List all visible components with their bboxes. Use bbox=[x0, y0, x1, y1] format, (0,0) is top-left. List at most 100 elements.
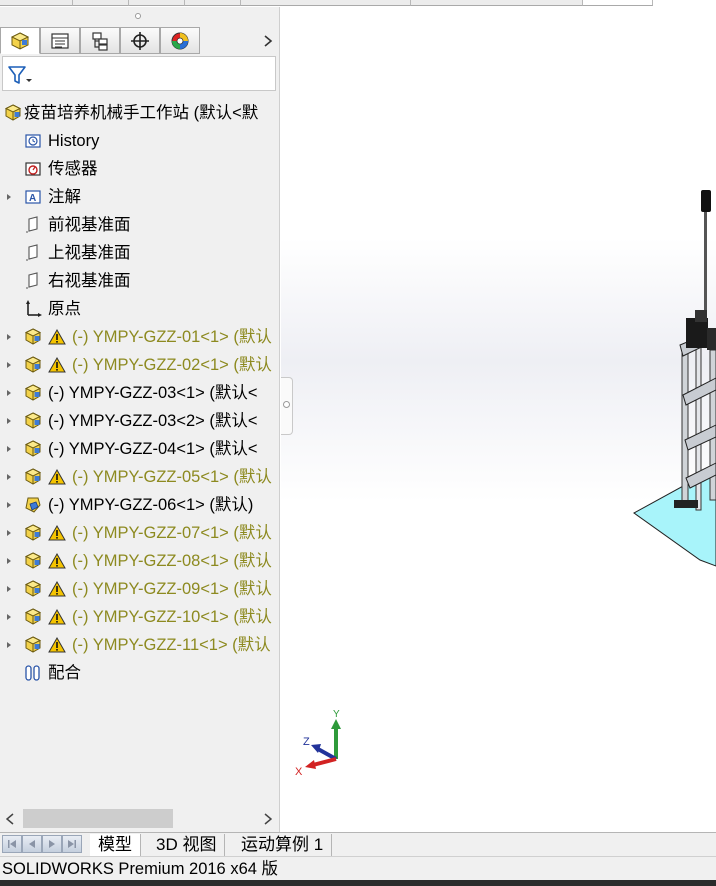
configuration-manager-icon bbox=[92, 31, 108, 51]
expand-arrow-icon[interactable] bbox=[4, 331, 14, 343]
tree-item[interactable]: (-) YMPY-GZZ-11<1> (默认 bbox=[0, 631, 278, 659]
plane-icon bbox=[26, 244, 38, 261]
vertical-pole bbox=[704, 200, 707, 325]
tree-item[interactable]: (-) YMPY-GZZ-02<1> (默认 bbox=[0, 351, 278, 379]
tree-item[interactable]: (-) YMPY-GZZ-05<1> (默认 bbox=[0, 463, 278, 491]
first-icon bbox=[8, 840, 16, 848]
tree-item-label: (-) YMPY-GZZ-11<1> (默认 bbox=[72, 636, 271, 654]
tab-dimxpert-manager[interactable] bbox=[120, 27, 160, 54]
chevron-left-icon bbox=[6, 812, 14, 825]
tree-item-label: (-) YMPY-GZZ-04<1> (默认< bbox=[48, 440, 258, 458]
tree-item[interactable]: (-) YMPY-GZZ-01<1> (默认 bbox=[0, 323, 278, 351]
part-icon bbox=[25, 497, 41, 513]
tree-item[interactable]: (-) YMPY-GZZ-03<2> (默认< bbox=[0, 407, 278, 435]
assembly-icon bbox=[4, 104, 22, 121]
toolbar-segment bbox=[583, 0, 653, 6]
tab-feature-manager[interactable] bbox=[0, 27, 40, 54]
tree-item[interactable]: 右视基准面 bbox=[0, 267, 278, 295]
feature-tree: 疫苗培养机械手工作站 (默认<默 History 传感器 A 注解 前视基准面 上视基准面… bbox=[0, 91, 278, 683]
assembly-icon bbox=[24, 580, 42, 597]
triad-z-label: Z bbox=[303, 736, 310, 748]
tree-item[interactable]: History bbox=[0, 127, 278, 155]
graphics-area[interactable]: Y Z X bbox=[281, 7, 716, 832]
tree-item[interactable]: (-) YMPY-GZZ-09<1> (默认 bbox=[0, 575, 278, 603]
tree-item[interactable]: (-) YMPY-GZZ-08<1> (默认 bbox=[0, 547, 278, 575]
triad-x-label: X bbox=[295, 766, 303, 778]
expand-arrow-icon[interactable] bbox=[4, 555, 14, 567]
assembly-icon bbox=[24, 636, 42, 653]
toolbar-segment bbox=[129, 0, 185, 6]
tree-root-assembly[interactable]: 疫苗培养机械手工作站 (默认<默 bbox=[0, 99, 278, 127]
scroll-right-button[interactable] bbox=[258, 807, 278, 830]
tree-item-label: 配合 bbox=[48, 664, 81, 682]
warning-icon bbox=[48, 609, 66, 625]
expand-arrow-icon[interactable] bbox=[4, 387, 14, 399]
sensor-icon bbox=[25, 162, 41, 176]
status-text: SOLIDWORKS Premium 2016 x64 版 bbox=[2, 860, 279, 878]
expand-arrow-icon[interactable] bbox=[4, 583, 14, 595]
tree-item-label: (-) YMPY-GZZ-07<1> (默认 bbox=[72, 524, 272, 542]
feature-manager-icon bbox=[10, 31, 30, 50]
tab-scroll-right-button[interactable] bbox=[258, 27, 278, 54]
assembly-icon bbox=[24, 384, 42, 401]
tab-motion-study-1[interactable]: 运动算例 1 bbox=[233, 834, 333, 856]
tree-item-label: (-) YMPY-GZZ-02<1> (默认 bbox=[72, 356, 272, 374]
pole-cap bbox=[701, 190, 711, 212]
tree-filter-box[interactable] bbox=[2, 56, 276, 91]
expand-arrow-icon[interactable] bbox=[4, 191, 14, 203]
warning-icon bbox=[48, 637, 66, 653]
expand-arrow-icon[interactable] bbox=[4, 443, 14, 455]
tree-item-label: (-) YMPY-GZZ-09<1> (默认 bbox=[72, 580, 272, 598]
next-icon bbox=[49, 840, 55, 848]
tab-model[interactable]: 模型 bbox=[90, 834, 141, 856]
warning-icon bbox=[48, 581, 66, 597]
first-tab-button[interactable] bbox=[2, 835, 22, 853]
tab-display-manager[interactable] bbox=[160, 27, 200, 54]
top-toolbar-strip bbox=[0, 0, 716, 7]
tree-item[interactable]: A 注解 bbox=[0, 183, 278, 211]
history-icon bbox=[25, 134, 41, 148]
expand-arrow-icon[interactable] bbox=[4, 639, 14, 651]
tree-item[interactable]: 传感器 bbox=[0, 155, 278, 183]
tree-horizontal-scrollbar[interactable] bbox=[0, 807, 278, 830]
scrollbar-thumb[interactable] bbox=[23, 809, 173, 828]
expand-arrow-icon[interactable] bbox=[4, 499, 14, 511]
tree-item[interactable]: (-) YMPY-GZZ-06<1> (默认) bbox=[0, 491, 278, 519]
tree-item[interactable]: 原点 bbox=[0, 295, 278, 323]
status-bar: SOLIDWORKS Premium 2016 x64 版 bbox=[0, 856, 716, 880]
window-bottom-edge bbox=[0, 880, 716, 886]
plane-icon bbox=[26, 216, 38, 233]
tab-property-manager[interactable] bbox=[40, 27, 80, 54]
scroll-left-button[interactable] bbox=[0, 807, 20, 830]
tree-item[interactable]: (-) YMPY-GZZ-10<1> (默认 bbox=[0, 603, 278, 631]
assembly-icon bbox=[24, 552, 42, 569]
tree-item[interactable]: 配合 bbox=[0, 659, 278, 683]
tree-item[interactable]: 上视基准面 bbox=[0, 239, 278, 267]
dimxpert-icon bbox=[131, 31, 149, 50]
expand-arrow-icon[interactable] bbox=[4, 415, 14, 427]
expand-arrow-icon[interactable] bbox=[4, 611, 14, 623]
axis-triad: Y Z X bbox=[295, 709, 341, 778]
tab-configuration-manager[interactable] bbox=[80, 27, 120, 54]
annotation-icon: A bbox=[25, 190, 41, 204]
expand-arrow-icon[interactable] bbox=[4, 359, 14, 371]
previous-icon bbox=[29, 840, 35, 848]
warning-icon bbox=[48, 357, 66, 373]
tab-3d-view[interactable]: 3D 视图 bbox=[148, 834, 226, 856]
tree-item[interactable]: (-) YMPY-GZZ-03<1> (默认< bbox=[0, 379, 278, 407]
tree-item-label: (-) YMPY-GZZ-05<1> (默认 bbox=[72, 468, 272, 486]
filter-icon[interactable] bbox=[7, 65, 33, 85]
warning-icon bbox=[48, 553, 66, 569]
panel-splitter-handle[interactable] bbox=[135, 13, 141, 19]
tree-item[interactable]: (-) YMPY-GZZ-07<1> (默认 bbox=[0, 519, 278, 547]
expand-arrow-icon[interactable] bbox=[4, 471, 14, 483]
tree-item[interactable]: (-) YMPY-GZZ-04<1> (默认< bbox=[0, 435, 278, 463]
previous-tab-button[interactable] bbox=[22, 835, 42, 853]
expand-arrow-icon[interactable] bbox=[4, 527, 14, 539]
next-tab-button[interactable] bbox=[42, 835, 62, 853]
tree-item[interactable]: 前视基准面 bbox=[0, 211, 278, 239]
last-tab-button[interactable] bbox=[62, 835, 82, 853]
tree-root-label: 疫苗培养机械手工作站 (默认<默 bbox=[24, 104, 259, 122]
assembly-icon bbox=[24, 356, 42, 373]
assembly-icon bbox=[24, 328, 42, 345]
